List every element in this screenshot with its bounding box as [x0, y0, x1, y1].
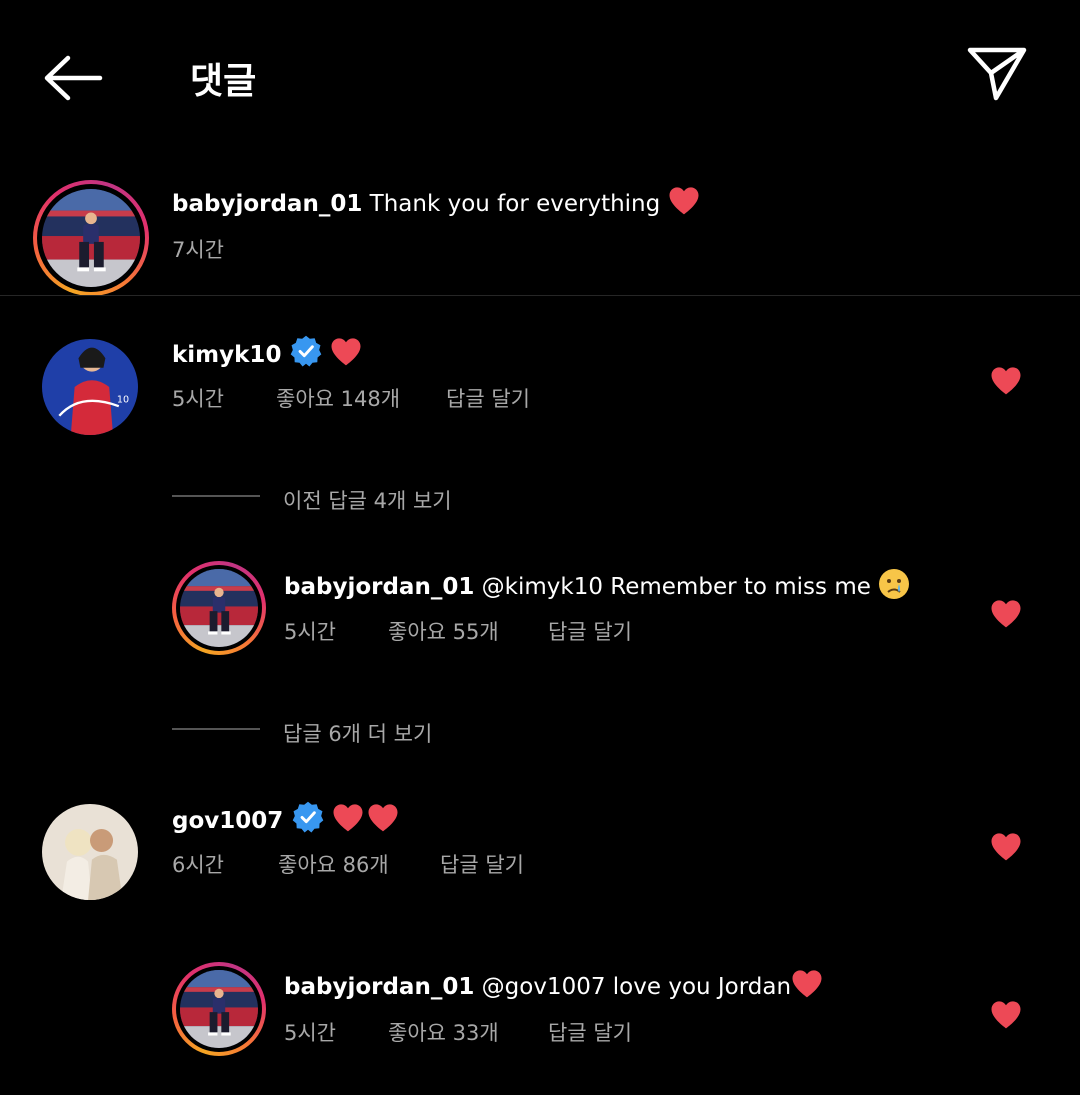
heart-emoji — [330, 337, 362, 366]
crying-face-emoji — [879, 569, 910, 599]
like-button[interactable] — [990, 1000, 1022, 1029]
reply-line: babyjordan_01 @kimyk10 Remember to miss … — [284, 568, 910, 600]
reply-avatar[interactable] — [172, 561, 266, 655]
caption-time: 7시간 — [172, 238, 225, 262]
heart-icon — [990, 599, 1022, 628]
comment-line: gov1007 — [172, 800, 399, 834]
caption-avatar[interactable] — [33, 180, 149, 296]
caption-line: babyjordan_01 Thank you for everything — [172, 186, 700, 217]
verified-badge-icon — [291, 800, 325, 834]
divider — [0, 295, 1080, 296]
caption-username[interactable]: babyjordan_01 — [172, 191, 362, 217]
like-count[interactable]: 좋아요 55개 — [388, 616, 499, 646]
heart-icon — [990, 366, 1022, 395]
heart-emoji — [367, 803, 399, 832]
reply-button[interactable]: 답글 달기 — [446, 383, 530, 413]
like-button[interactable] — [990, 832, 1022, 861]
heart-emoji — [668, 186, 700, 215]
heart-emoji — [791, 969, 823, 998]
comment-time: 6시간 — [172, 853, 225, 877]
avatar[interactable] — [42, 804, 138, 900]
view-previous-replies[interactable]: 이전 답글 4개 보기 — [283, 485, 452, 515]
heart-icon — [990, 832, 1022, 861]
mention-link[interactable]: @kimyk10 — [482, 574, 603, 600]
view-more-replies[interactable]: 답글 6개 더 보기 — [283, 718, 432, 748]
reply-username[interactable]: babyjordan_01 — [284, 974, 474, 1000]
like-button[interactable] — [990, 599, 1022, 628]
back-arrow-icon — [44, 55, 103, 101]
reply-text: Remember to miss me — [610, 574, 871, 600]
comment-username[interactable]: kimyk10 — [172, 342, 281, 368]
reply-button[interactable]: 답글 달기 — [548, 616, 632, 646]
comment-username[interactable]: gov1007 — [172, 808, 283, 834]
send-icon — [967, 47, 1027, 101]
page-title: 댓글 — [190, 61, 257, 102]
like-count[interactable]: 좋아요 148개 — [276, 383, 400, 413]
reply-text: love you Jordan — [612, 974, 792, 1000]
comment-line: kimyk10 — [172, 334, 362, 368]
share-button[interactable] — [966, 44, 1028, 102]
verified-badge-icon — [289, 334, 323, 368]
like-button[interactable] — [990, 366, 1022, 395]
heart-emoji — [332, 803, 364, 832]
reply-button[interactable]: 답글 달기 — [548, 1017, 632, 1047]
thread-line — [172, 728, 260, 730]
mention-link[interactable]: @gov1007 — [482, 974, 606, 1000]
like-count[interactable]: 좋아요 33개 — [388, 1017, 499, 1047]
comment-time: 5시간 — [172, 387, 225, 411]
reply-time: 5시간 — [284, 1021, 337, 1045]
reply-button[interactable]: 답글 달기 — [440, 849, 524, 879]
avatar[interactable] — [42, 339, 138, 435]
caption-text: Thank you for everything — [369, 191, 661, 217]
reply-line: babyjordan_01 @gov1007 love you Jordan — [284, 969, 823, 1000]
like-count[interactable]: 좋아요 86개 — [278, 849, 389, 879]
heart-icon — [990, 1000, 1022, 1029]
back-button[interactable] — [40, 52, 106, 104]
reply-username[interactable]: babyjordan_01 — [284, 574, 474, 600]
reply-time: 5시간 — [284, 620, 337, 644]
reply-avatar[interactable] — [172, 962, 266, 1056]
thread-line — [172, 495, 260, 497]
